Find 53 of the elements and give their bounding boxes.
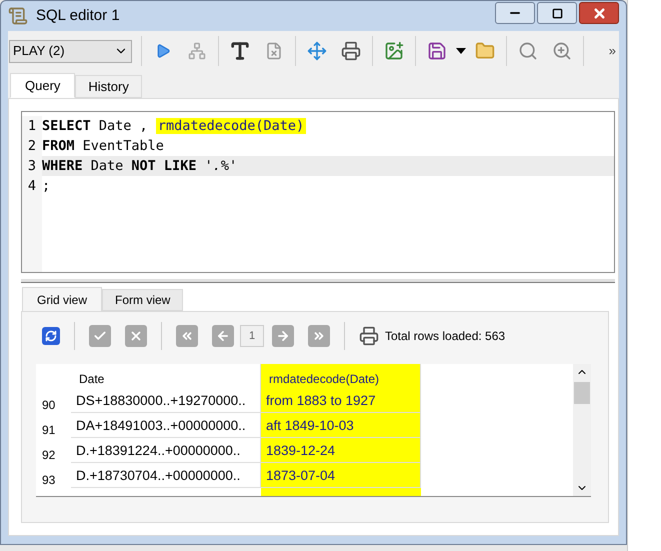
row-number: 90 <box>41 397 56 413</box>
tab[interactable]: Form view <box>102 289 184 311</box>
cancel-button[interactable] <box>125 325 147 347</box>
table-cell: DS+18830000..+19270000.. <box>71 388 261 413</box>
tab[interactable]: Grid view <box>22 287 102 311</box>
maximize-icon <box>552 8 562 18</box>
next-page-button[interactable] <box>272 325 294 347</box>
left-arrow-icon <box>216 329 230 343</box>
minimize-button[interactable] <box>495 2 535 24</box>
refresh-icon <box>45 330 57 342</box>
table-cell: 1839-12-24 <box>261 438 421 463</box>
page-field[interactable]: 1 <box>240 325 264 347</box>
code-line: FROM EventTable <box>42 137 165 156</box>
last-page-button[interactable] <box>308 325 330 347</box>
code-line: SELECT Date , rmdatedecode(Date) <box>42 117 308 136</box>
cross-icon <box>129 329 143 343</box>
overflow-button[interactable]: » <box>608 41 616 61</box>
previous-page-button[interactable] <box>212 325 234 347</box>
document-icon <box>8 6 28 26</box>
table-cell: aft 1849-10-03 <box>261 413 421 438</box>
table-cell: DA+18491003..+00000000.. <box>71 413 261 438</box>
printer-icon[interactable] <box>359 326 379 346</box>
check-icon <box>93 329 107 343</box>
close-button[interactable] <box>579 2 619 24</box>
status-text: Total rows loaded: 563 <box>385 328 506 345</box>
tab[interactable]: History <box>75 75 142 98</box>
close-icon <box>592 6 606 20</box>
scrollbar[interactable] <box>573 364 591 496</box>
table-cell: D.+18730704..+00000000.. <box>71 463 261 488</box>
window-title: SQL editor 1 <box>36 6 120 26</box>
scroll-thumb[interactable] <box>574 382 590 404</box>
table-cell: 1873-07-04 <box>261 463 421 488</box>
code-editor[interactable]: 1 2 3 4 SELECT Date , rmdatedecode(Date) FROM EventTable WHERE Date NOT LIKE '.%' ; <box>21 111 615 273</box>
last-icon <box>312 329 326 343</box>
table-cell: from 1883 to 1927 <box>261 388 421 413</box>
table-cell: D.+18391224..+00000000.. <box>71 438 261 463</box>
line-number: 2 <box>28 137 36 156</box>
check-button[interactable] <box>89 325 111 347</box>
line-number: 1 <box>28 117 36 136</box>
line-number: 3 <box>28 157 36 176</box>
first-icon <box>180 329 194 343</box>
refresh-button[interactable] <box>42 327 60 345</box>
tab[interactable]: Query <box>10 73 76 98</box>
maximize-button[interactable] <box>537 2 577 24</box>
first-page-button[interactable] <box>176 325 198 347</box>
row-number: 93 <box>41 472 56 488</box>
row-number: 92 <box>41 447 56 463</box>
line-number: 4 <box>28 177 36 196</box>
database-dropdown[interactable]: PLAY (2) <box>9 40 132 62</box>
right-arrow-icon <box>276 329 290 343</box>
row-number: 91 <box>41 422 56 438</box>
column-header[interactable]: rmdatedecode(Date) <box>261 364 421 388</box>
code-line: ; <box>42 177 52 196</box>
